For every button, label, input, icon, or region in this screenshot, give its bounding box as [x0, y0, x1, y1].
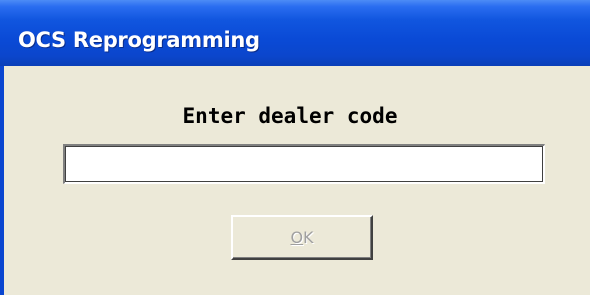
dealer-code-prompt: Enter dealer code	[182, 104, 398, 128]
dealer-code-input[interactable]	[63, 144, 545, 184]
dialog-window: OCS Reprogramming Enter dealer code OK	[0, 0, 590, 295]
ok-mnemonic: O	[290, 228, 304, 247]
title-bar[interactable]: OCS Reprogramming	[0, 0, 590, 66]
ok-button-label: OK	[290, 228, 313, 247]
ok-label-rest: K	[303, 228, 314, 247]
ok-button[interactable]: OK	[231, 215, 373, 260]
window-title: OCS Reprogramming	[18, 28, 260, 52]
